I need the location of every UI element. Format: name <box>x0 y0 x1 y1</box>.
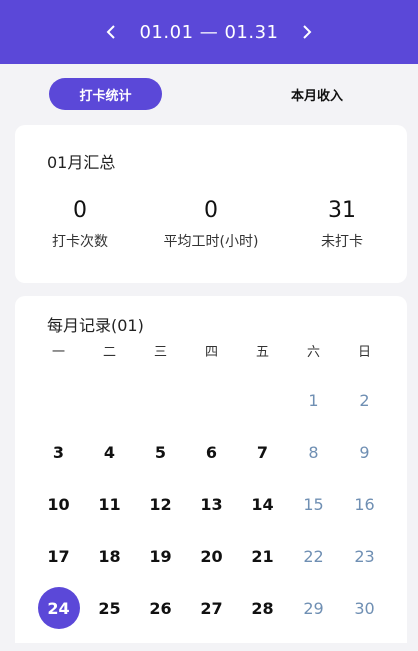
prev-month-button[interactable] <box>91 24 131 40</box>
calendar-day-label: 28 <box>251 598 274 618</box>
header-bar: 01.01 — 01.31 <box>0 0 418 64</box>
calendar-day-label: 1 <box>308 390 319 410</box>
weekday-label: 一 <box>51 345 65 360</box>
calendar-day-30[interactable]: 30 <box>339 582 390 634</box>
calendar-day-4[interactable]: 4 <box>84 426 135 478</box>
stat-average-hours: 0 平均工时(小时) <box>146 197 276 251</box>
calendar-day-label: 20 <box>200 546 223 566</box>
calendar-day-23[interactable]: 23 <box>339 530 390 582</box>
calendar-blank <box>135 374 186 426</box>
calendar-day-label: 27 <box>200 598 223 618</box>
chevron-left-icon <box>107 25 116 39</box>
calendar-day-21[interactable]: 21 <box>237 530 288 582</box>
calendar-day-1[interactable]: 1 <box>288 374 339 426</box>
calendar-day-29[interactable]: 29 <box>288 582 339 634</box>
calendar-day-label: 22 <box>303 546 324 566</box>
calendar-day-6[interactable]: 6 <box>186 426 237 478</box>
calendar-day-label: 8 <box>308 442 319 462</box>
calendar-blank <box>237 374 288 426</box>
calendar-day-19[interactable]: 19 <box>135 530 186 582</box>
summary-title: 01月汇总 <box>47 153 116 172</box>
calendar-day-13[interactable]: 13 <box>186 478 237 530</box>
calendar-day-label: 17 <box>47 546 70 566</box>
calendar-day-18[interactable]: 18 <box>84 530 135 582</box>
calendar-grid: 1 2 3 4 5 6 7 8 9 10 11 12 13 14 15 16 17 18 19 20 21 22 23 24 2… <box>33 374 390 634</box>
calendar-day-25[interactable]: 25 <box>84 582 135 634</box>
calendar-day-label: 30 <box>354 598 375 618</box>
weekday-label: 六 <box>306 345 320 360</box>
next-month-button[interactable] <box>287 24 327 40</box>
weekday-header: 一二三四五六日 <box>33 344 390 362</box>
tab-checkin-stats[interactable]: 打卡统计 <box>49 78 162 110</box>
tab-bar: 打卡统计 本月收入 <box>0 78 418 112</box>
chevron-right-icon <box>302 25 311 39</box>
stat-value: 0 <box>73 198 87 223</box>
calendar-day-label: 19 <box>149 546 172 566</box>
calendar-day-label: 12 <box>149 494 172 514</box>
calendar-day-label: 16 <box>354 494 375 514</box>
stat-label: 平均工时(小时) <box>163 234 259 250</box>
calendar-day-label: 14 <box>251 494 274 514</box>
weekday-label: 日 <box>357 345 371 360</box>
tab-monthly-income[interactable]: 本月收入 <box>262 78 372 110</box>
calendar-day-label: 7 <box>256 442 269 462</box>
stat-checkin-count: 0 打卡次数 <box>15 197 145 251</box>
weekday-label: 五 <box>255 345 269 360</box>
calendar-day-label: 18 <box>98 546 121 566</box>
calendar-day-27[interactable]: 27 <box>186 582 237 634</box>
bottom-strip <box>0 643 418 651</box>
calendar-day-20[interactable]: 20 <box>186 530 237 582</box>
calendar-day-label: 9 <box>359 442 370 462</box>
calendar-day-8[interactable]: 8 <box>288 426 339 478</box>
calendar-day-22[interactable]: 22 <box>288 530 339 582</box>
calendar-day-label: 3 <box>52 442 65 462</box>
calendar-day-14[interactable]: 14 <box>237 478 288 530</box>
calendar-day-label: 24 <box>37 587 80 629</box>
calendar-day-label: 15 <box>303 494 324 514</box>
calendar-day-label: 10 <box>47 494 70 514</box>
date-range: 01.01 — 01.31 <box>139 21 279 43</box>
calendar-day-5[interactable]: 5 <box>135 426 186 478</box>
calendar-day-24[interactable]: 24 <box>33 582 84 634</box>
weekday-label: 四 <box>204 345 218 360</box>
stat-label: 打卡次数 <box>52 234 108 250</box>
calendar-day-15[interactable]: 15 <box>288 478 339 530</box>
calendar-day-16[interactable]: 16 <box>339 478 390 530</box>
calendar-day-label: 6 <box>205 442 218 462</box>
calendar-day-label: 5 <box>154 442 167 462</box>
calendar-blank <box>33 374 84 426</box>
calendar-day-label: 21 <box>251 546 274 566</box>
calendar-blank <box>186 374 237 426</box>
calendar-day-7[interactable]: 7 <box>237 426 288 478</box>
calendar-day-label: 23 <box>354 546 375 566</box>
calendar-day-26[interactable]: 26 <box>135 582 186 634</box>
stat-value: 0 <box>204 198 218 223</box>
weekday-label: 二 <box>102 345 116 360</box>
calendar-day-label: 2 <box>359 390 370 410</box>
stat-not-checked: 31 未打卡 <box>277 197 407 251</box>
weekday-label: 三 <box>153 345 167 360</box>
calendar-blank <box>84 374 135 426</box>
calendar-day-label: 25 <box>98 598 121 618</box>
calendar-day-3[interactable]: 3 <box>33 426 84 478</box>
calendar-day-label: 4 <box>103 442 116 462</box>
calendar-day-11[interactable]: 11 <box>84 478 135 530</box>
calendar-day-9[interactable]: 9 <box>339 426 390 478</box>
stat-value: 31 <box>328 198 356 223</box>
summary-card: 01月汇总 0 打卡次数 0 平均工时(小时) 31 未打卡 <box>15 125 407 283</box>
calendar-title: 每月记录(01) <box>47 316 144 335</box>
calendar-day-12[interactable]: 12 <box>135 478 186 530</box>
calendar-card: 每月记录(01) 一二三四五六日 1 2 3 4 5 6 7 8 9 10 11 12 13 14 15 16… <box>15 296 407 651</box>
calendar-day-10[interactable]: 10 <box>33 478 84 530</box>
calendar-day-label: 26 <box>149 598 172 618</box>
calendar-day-label: 13 <box>200 494 223 514</box>
calendar-day-2[interactable]: 2 <box>339 374 390 426</box>
stat-label: 未打卡 <box>321 234 363 250</box>
calendar-day-28[interactable]: 28 <box>237 582 288 634</box>
calendar-day-17[interactable]: 17 <box>33 530 84 582</box>
calendar-day-label: 11 <box>98 494 121 514</box>
calendar-day-label: 29 <box>303 598 324 618</box>
